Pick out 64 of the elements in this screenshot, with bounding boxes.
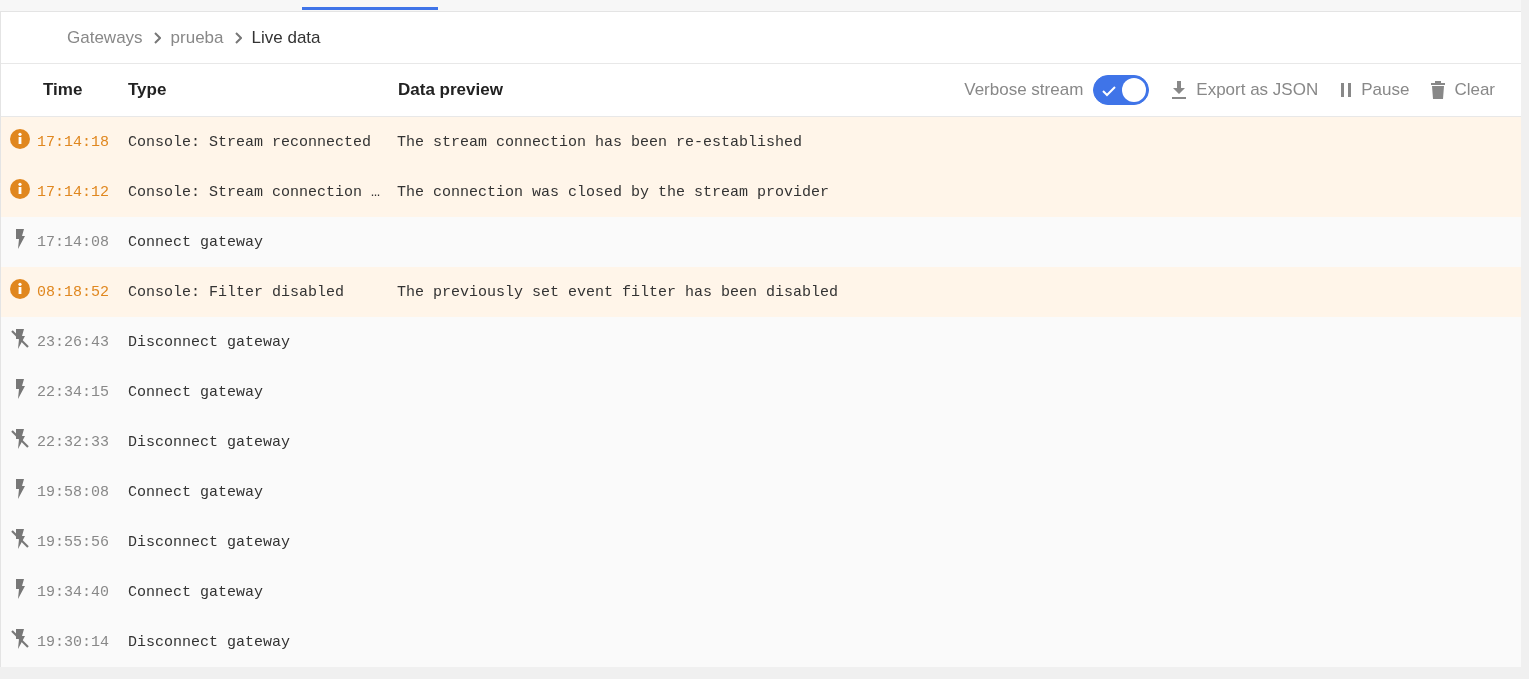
breadcrumb-link[interactable]: Gateways: [67, 27, 143, 48]
verbose-stream-label: Verbose stream: [964, 80, 1084, 100]
event-time: 19:58:08: [37, 483, 110, 501]
event-type: Console: Filter disabled: [128, 283, 346, 301]
event-row[interactable]: 19:34:40 Connect gateway: [1, 567, 1521, 617]
event-time: 17:14:18: [37, 133, 110, 151]
lightning-off-icon: [11, 529, 29, 549]
event-preview: The stream connection has been re-established: [397, 133, 803, 151]
event-time: 19:30:14: [37, 633, 110, 651]
event-type: Connect gateway: [128, 483, 265, 501]
event-row[interactable]: 22:32:33 Disconnect gateway: [1, 417, 1521, 467]
event-time: 19:34:40: [37, 583, 110, 601]
info-icon: [10, 129, 30, 149]
lightning-off-icon: [11, 629, 29, 649]
export-json-button[interactable]: Export as JSON: [1171, 80, 1319, 100]
breadcrumb-link[interactable]: prueba: [170, 27, 224, 48]
event-type: Disconnect gateway: [128, 533, 292, 551]
event-row[interactable]: 17:14:08 Connect gateway: [1, 217, 1521, 267]
download-icon: [1171, 81, 1188, 99]
chevron-right-icon: [152, 31, 161, 44]
pause-icon: [1340, 82, 1353, 98]
lightning-icon: [14, 379, 26, 399]
lightning-icon: [14, 229, 26, 249]
column-header: Data preview: [398, 80, 503, 100]
event-time: 23:26:43: [37, 333, 110, 351]
verbose-toggle[interactable]: [1093, 75, 1150, 105]
event-type: Disconnect gateway: [128, 433, 292, 451]
trash-icon: [1431, 81, 1446, 99]
event-type: Console: Stream connection …: [128, 183, 382, 201]
lightning-icon: [14, 579, 26, 599]
event-row[interactable]: 08:18:52 Console: Filter disabled The previously set event filter has been disabled: [1, 267, 1521, 317]
chevron-right-icon: [233, 31, 242, 44]
lightning-icon: [14, 479, 26, 499]
event-row[interactable]: 22:34:15 Connect gateway: [1, 367, 1521, 417]
pause-button[interactable]: Pause: [1340, 80, 1410, 100]
event-time: 17:14:12: [37, 183, 110, 201]
info-icon: [10, 279, 30, 299]
event-type: Disconnect gateway: [128, 633, 292, 651]
event-row[interactable]: 23:26:43 Disconnect gateway: [1, 317, 1521, 367]
column-header: Type: [128, 80, 168, 100]
event-row[interactable]: 17:14:12 Console: Stream connection … The connection was closed by the stream provider: [1, 167, 1521, 217]
event-row[interactable]: 17:14:18 Console: Stream reconnected The stream connection has been re-established: [1, 117, 1521, 167]
event-time: 22:34:15: [37, 383, 110, 401]
event-time: 17:14:08: [37, 233, 110, 251]
lightning-off-icon: [11, 429, 29, 449]
event-type: Connect gateway: [128, 233, 265, 251]
clear-button[interactable]: Clear: [1431, 80, 1495, 100]
event-row[interactable]: 19:30:14 Disconnect gateway: [1, 617, 1521, 667]
event-row[interactable]: 19:55:56 Disconnect gateway: [1, 517, 1521, 567]
event-row[interactable]: 19:58:08 Connect gateway: [1, 467, 1521, 517]
breadcrumb-current: Live data: [251, 27, 321, 48]
event-preview: The previously set event filter has been disabled: [397, 283, 839, 301]
event-type: Connect gateway: [128, 383, 265, 401]
event-time: 08:18:52: [37, 283, 110, 301]
event-type: Connect gateway: [128, 583, 265, 601]
lightning-off-icon: [11, 329, 29, 349]
event-time: 19:55:56: [37, 533, 110, 551]
event-time: 22:32:33: [37, 433, 110, 451]
column-header: Time: [42, 80, 84, 100]
event-type: Console: Stream reconnected: [128, 133, 373, 151]
event-type: Disconnect gateway: [128, 333, 292, 351]
check-icon: [1102, 85, 1117, 97]
event-preview: The connection was closed by the stream provider: [397, 183, 830, 201]
info-icon: [10, 179, 30, 199]
